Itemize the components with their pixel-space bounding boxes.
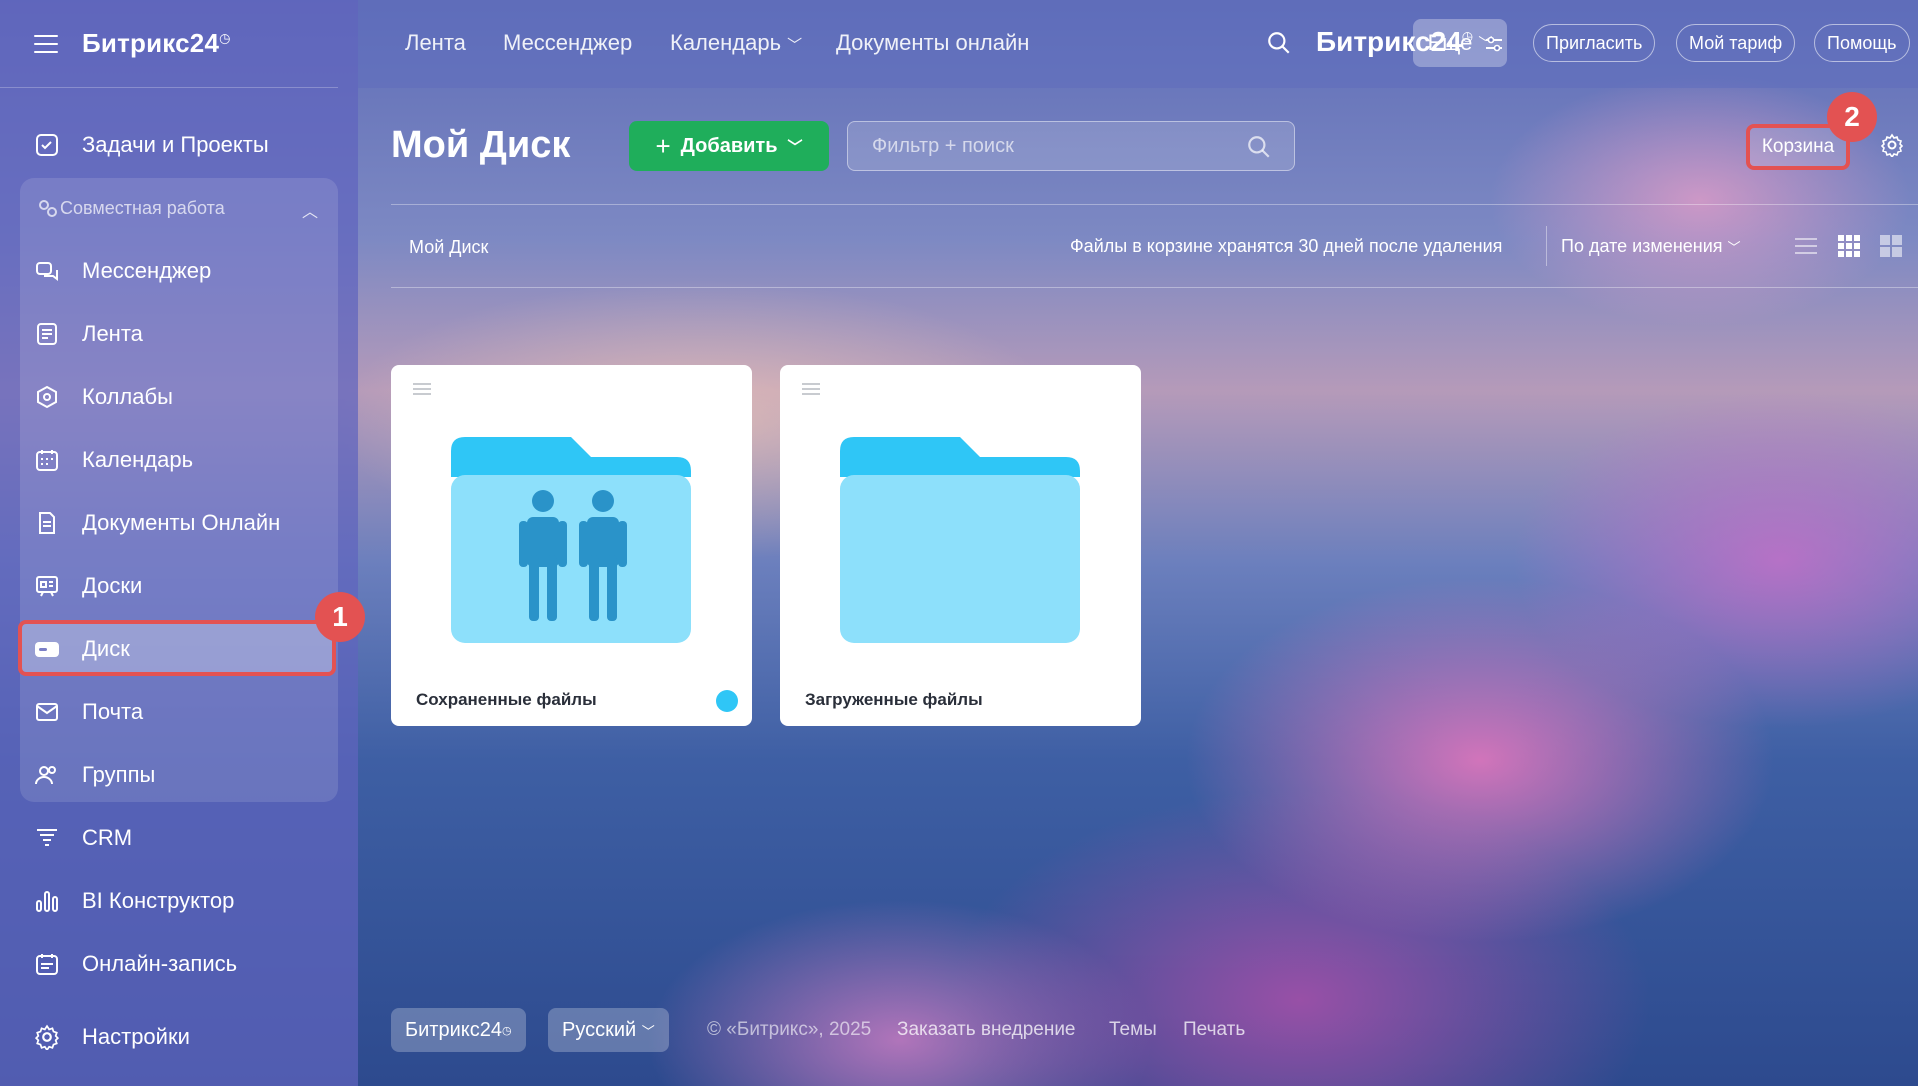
sidebar-item-label: Задачи и Проекты [82,132,269,157]
tariff-button[interactable]: Мой тариф [1676,24,1796,62]
gear-icon[interactable] [1880,133,1904,162]
sidebar-item-label: CRM [82,825,133,850]
brand-text: Битрикс24 [1316,26,1462,57]
booking-icon [34,951,60,977]
sidebar-item-label: Календарь [82,447,194,472]
sidebar-item-feed[interactable]: Лента [34,309,1898,359]
board-icon [34,573,60,599]
disk-icon [34,636,60,662]
folder-name: Сохраненные файлы [416,690,597,709]
sidebar-group-title[interactable]: Совместная работа [60,198,225,219]
search-icon[interactable] [1266,30,1292,61]
chevron-down-icon: ﹀ [1727,240,1741,255]
sidebar-item-label: Коллабы [82,384,173,409]
funnel-icon [34,825,60,851]
top-bar: Лента Мессенджер Календарь ﹀ Документы о… [358,0,1918,88]
sidebar-item-label: Диск [82,636,130,661]
footer-brand-text: Битрикс24 [405,1018,502,1041]
sidebar-header: Битрикс24◷ [0,0,338,88]
card-menu-icon[interactable] [413,383,431,395]
search-icon[interactable] [1246,134,1272,166]
hexagon-icon [34,384,60,410]
checkbox-icon [34,132,60,158]
chevron-down-icon: ﹀ [787,37,803,54]
card-menu-icon[interactable] [802,383,820,395]
menu-icon[interactable] [34,34,58,53]
filter-search[interactable] [847,121,1295,171]
document-icon [34,510,60,536]
topnav-calendar[interactable]: Календарь ﹀ [670,30,802,56]
sidebar-item-groups[interactable]: Группы [34,750,1898,800]
settings-sliders-icon[interactable] [1484,34,1504,59]
shared-folder-icon [451,437,691,648]
annotation-badge-2: 2 [1827,92,1877,142]
add-button[interactable]: + Добавить ﹀ [629,121,829,171]
topnav-docs[interactable]: Документы онлайн [836,30,1029,56]
footer-brand[interactable]: Битрикс24 ◷ [391,1008,526,1052]
folder-icon [840,437,1080,648]
sidebar-item-crm[interactable]: CRM [34,813,1898,863]
logo-text: Битрикс24 [82,28,220,58]
sidebar-item-bi[interactable]: BI Конструктор [34,876,1898,926]
toolbar-separator [1546,226,1547,266]
add-button-label: Добавить [680,134,778,157]
annotation-badge-1: 1 [315,592,365,642]
help-button[interactable]: Помощь [1814,24,1910,62]
topnav-calendar-label: Календарь [670,30,782,55]
sidebar-item-label: Онлайн-запись [82,951,238,976]
language-label: Русский [562,1018,637,1041]
group-icon [34,762,60,788]
sidebar-item-label: Документы Онлайн [82,510,281,535]
breadcrumb[interactable]: Мой Диск [409,237,488,258]
folder-name: Загруженные файлы [805,690,983,709]
invite-button[interactable]: Пригласить [1533,24,1656,62]
sidebar-item-label: Почта [82,699,144,724]
chevron-down-icon: ﹀ [641,1023,655,1039]
sort-dropdown[interactable]: По дате изменения ﹀ [1561,236,1741,257]
folder-card-uploaded[interactable]: Загруженные файлы [780,365,1141,726]
sidebar-item-label: Группы [82,762,156,787]
list-view-icon[interactable] [1793,233,1819,259]
header-divider [391,204,1918,205]
page-title: Мой Диск [391,124,571,166]
plus-icon: + [655,130,671,161]
topnav-messenger[interactable]: Мессенджер [503,30,632,56]
bar-chart-icon [34,888,60,914]
collab-icon [36,197,60,221]
sidebar-item-label: Лента [82,321,143,346]
chevron-up-icon[interactable]: ︿ [302,198,318,222]
footer-copyright: © «Битрикс», 2025 [707,1019,872,1040]
sidebar-item-booking[interactable]: Онлайн-запись [34,939,1898,989]
footer-themes-link[interactable]: Темы [1109,1019,1157,1041]
sidebar-item-label: Доски [82,573,143,598]
folder-card-saved[interactable]: Сохраненные файлы [391,365,752,726]
sidebar-item-label: Мессенджер [82,258,212,283]
sort-label: По дате изменения [1561,236,1723,256]
shared-users-icon [716,690,738,712]
chevron-down-icon: ﹀ [787,138,803,156]
topnav-feed[interactable]: Лента [405,30,466,56]
trash-retention-note: Файлы в корзине хранятся 30 дней после у… [1070,236,1503,256]
gear-icon [34,1024,60,1050]
tile-view-icon[interactable] [1878,233,1904,259]
footer-order-link[interactable]: Заказать внедрение [897,1019,1076,1041]
chat-icon [34,258,60,284]
brand-logo[interactable]: Битрикс24◷ [1316,26,1473,58]
logo[interactable]: Битрикс24◷ [82,28,231,59]
search-input[interactable] [872,134,1232,158]
footer-print-link[interactable]: Печать [1183,1019,1245,1041]
grid-view-icon[interactable] [1836,233,1862,259]
language-selector[interactable]: Русский ﹀ [548,1008,669,1052]
toolbar-divider [391,287,1918,288]
sidebar-item-label: Настройки [82,1024,190,1049]
calendar-icon [34,447,60,473]
feed-icon [34,321,60,347]
sidebar-item-label: BI Конструктор [82,888,235,913]
mail-icon [34,699,60,725]
